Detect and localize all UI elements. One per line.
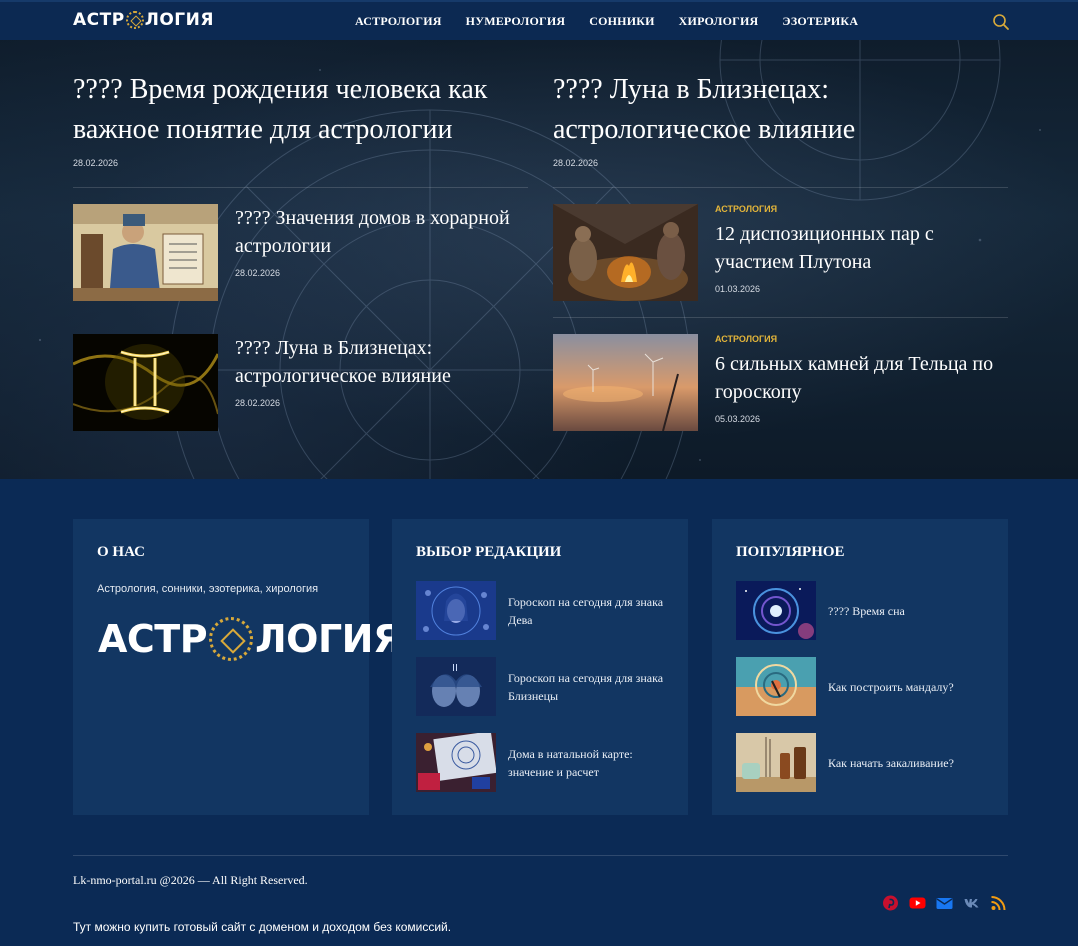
list-item[interactable]: Гороскоп на сегодня для знака Дева: [416, 581, 676, 641]
list-item[interactable]: II Гороскоп на сегодня для знака Близнец…: [416, 657, 676, 717]
nav-numerology[interactable]: НУМЕРОЛОГИЯ: [466, 14, 566, 29]
post-date: 05.03.2026: [715, 414, 761, 424]
list-item[interactable]: Дома в натальной карте: значение и расче…: [416, 733, 676, 793]
thumbnail-spa[interactable]: [736, 733, 816, 792]
divider: [553, 187, 1008, 188]
post-date: 28.02.2026: [235, 398, 281, 408]
nav-esoteric[interactable]: ЭЗОТЕРИКА: [782, 14, 858, 29]
featured-post[interactable]: ???? Луна в Близнецах: астрологическое в…: [553, 70, 1003, 168]
post-thumbnail-astrologer[interactable]: [73, 204, 218, 301]
nav-palmistry[interactable]: ХИРОЛОГИЯ: [679, 14, 759, 29]
divider: [553, 317, 1008, 318]
widget-item-title[interactable]: Гороскоп на сегодня для знака Близнецы: [508, 669, 676, 705]
footer-divider: [73, 855, 1008, 856]
widget-title: ВЫБОР РЕДАКЦИИ: [416, 544, 562, 560]
about-widget: О НАС Астрология, сонники, эзотерика, хи…: [73, 519, 402, 815]
email-icon[interactable]: [936, 895, 953, 911]
logo-text-left: АСТР: [98, 617, 208, 661]
nav-dream-books[interactable]: СОННИКИ: [589, 14, 654, 29]
list-item[interactable]: АСТРОЛОГИЯ 12 диспозиционных пар с участ…: [553, 204, 1009, 302]
thumbnail-mandala[interactable]: [736, 657, 816, 716]
main-nav: АСТРОЛОГИЯ НУМЕРОЛОГИЯ СОННИКИ ХИРОЛОГИЯ…: [355, 14, 882, 29]
widget-title: О НАС: [97, 544, 146, 560]
svg-text:II: II: [452, 663, 458, 674]
category-badge[interactable]: АСТРОЛОГИЯ: [715, 204, 1015, 214]
widget-title: ПОПУЛЯРНОЕ: [736, 544, 845, 560]
zodiac-ring-icon: [125, 11, 144, 29]
rss-icon[interactable]: [990, 895, 1007, 911]
logo-text-right: ЛОГИЯ: [144, 10, 214, 30]
copyright-text: Lk-nmo-portal.ru @2026 — All Right Reser…: [73, 873, 308, 887]
thumbnail-galaxy[interactable]: [736, 581, 816, 640]
divider: [73, 187, 528, 188]
nav-astrology[interactable]: АСТРОЛОГИЯ: [355, 14, 442, 29]
post-title[interactable]: 6 сильных камней для Тельца по гороскопу: [715, 350, 1015, 406]
featured-post-title[interactable]: ???? Луна в Близнецах: астрологическое в…: [553, 70, 1003, 150]
post-title[interactable]: ???? Луна в Близнецах: астрологическое в…: [235, 334, 535, 390]
zodiac-ring-icon: [209, 617, 254, 661]
featured-post[interactable]: ???? Время рождения человека как важное …: [73, 70, 523, 168]
logo-text-left: АСТР: [73, 10, 125, 30]
widget-item-title[interactable]: ???? Время сна: [828, 602, 996, 620]
list-item[interactable]: Как построить мандалу?: [736, 657, 996, 717]
post-title[interactable]: 12 диспозиционных пар с участием Плутона: [715, 220, 1015, 276]
social-links: [882, 895, 1017, 911]
widget-item-title[interactable]: Гороскоп на сегодня для знака Дева: [508, 593, 676, 629]
widget-item-title[interactable]: Дома в натальной карте: значение и расче…: [508, 745, 676, 781]
search-icon[interactable]: [992, 13, 1010, 31]
list-item[interactable]: Как начать закаливание?: [736, 733, 996, 793]
editors-choice-widget: ВЫБОР РЕДАКЦИИ Гороскоп на сегодня для з…: [392, 519, 688, 815]
post-date: 28.02.2026: [553, 158, 599, 168]
post-date: 28.02.2026: [235, 268, 281, 278]
popular-widget: ПОПУЛЯРНОЕ ???? Время сна Как построить …: [712, 519, 1008, 815]
pinterest-icon[interactable]: [882, 895, 899, 911]
thumbnail-virgo[interactable]: [416, 581, 496, 640]
post-thumbnail-campfire[interactable]: [553, 204, 698, 301]
buy-site-link[interactable]: Тут можно купить готовый сайт с доменом …: [73, 920, 451, 934]
post-date: 28.02.2026: [73, 158, 119, 168]
post-thumbnail-gemini[interactable]: [73, 334, 218, 431]
thumbnail-natal-chart[interactable]: [416, 733, 496, 792]
featured-post-title[interactable]: ???? Время рождения человека как важное …: [73, 70, 523, 150]
category-badge[interactable]: АСТРОЛОГИЯ: [715, 334, 1015, 344]
widget-item-title[interactable]: Как начать закаливание?: [828, 754, 996, 772]
site-logo[interactable]: АСТР ЛОГИЯ: [73, 10, 214, 30]
thumbnail-gemini[interactable]: II: [416, 657, 496, 716]
post-date: 01.03.2026: [715, 284, 761, 294]
list-item[interactable]: ???? Луна в Близнецах: астрологическое в…: [73, 334, 529, 432]
about-text: Астрология, сонники, эзотерика, хирологи…: [97, 583, 319, 595]
widget-item-title[interactable]: Как построить мандалу?: [828, 678, 996, 696]
footer-logo: АСТР ЛОГИЯ: [98, 617, 402, 661]
logo-text-right: ЛОГИЯ: [255, 617, 402, 661]
vk-icon[interactable]: [963, 895, 980, 911]
list-item[interactable]: ???? Значения домов в хорарной астрологи…: [73, 204, 529, 302]
list-item[interactable]: ???? Время сна: [736, 581, 996, 641]
top-navbar: АСТР ЛОГИЯ АСТРОЛОГИЯ НУМЕРОЛОГИЯ СОННИК…: [0, 0, 1078, 40]
youtube-icon[interactable]: [909, 895, 926, 911]
post-thumbnail-sunset[interactable]: [553, 334, 698, 431]
post-title[interactable]: ???? Значения домов в хорарной астрологи…: [235, 204, 535, 260]
list-item[interactable]: АСТРОЛОГИЯ 6 сильных камней для Тельца п…: [553, 334, 1009, 432]
hero-section: ???? Время рождения человека как важное …: [0, 40, 1078, 479]
